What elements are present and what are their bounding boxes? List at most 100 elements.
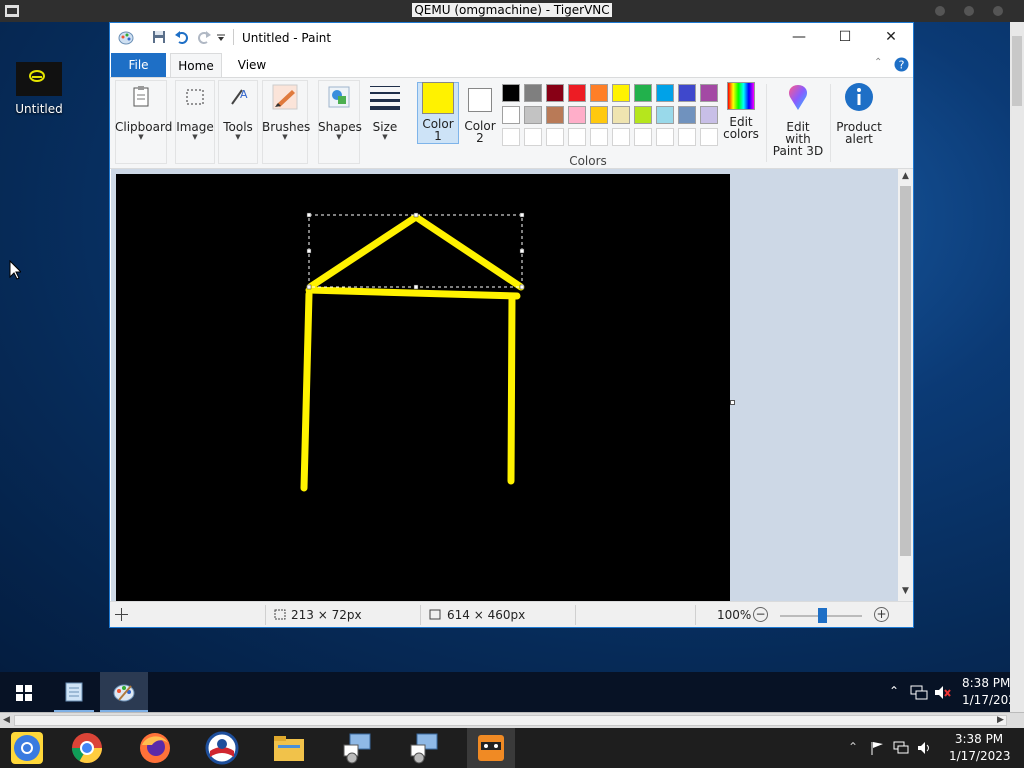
host-volume-icon[interactable] bbox=[917, 741, 933, 755]
taskbar-paint[interactable] bbox=[100, 672, 148, 712]
zoom-in-button[interactable]: + bbox=[874, 607, 889, 622]
custom-color-slot[interactable] bbox=[700, 128, 718, 146]
taskbar-notepad[interactable] bbox=[50, 672, 98, 712]
ribbon-tabs: File Home View ⌃ ? bbox=[110, 53, 913, 77]
network-icon[interactable] bbox=[910, 685, 928, 700]
palette-swatch[interactable] bbox=[656, 84, 674, 102]
custom-color-slot[interactable] bbox=[634, 128, 652, 146]
scroll-up-icon[interactable]: ▲ bbox=[898, 171, 913, 181]
maximize-button[interactable]: ☐ bbox=[822, 23, 868, 51]
paint-app-icon bbox=[118, 31, 134, 45]
brushes-button[interactable]: Brushes ▼ bbox=[262, 82, 310, 141]
chrome-icon[interactable] bbox=[70, 731, 104, 765]
drawing bbox=[300, 212, 525, 492]
palette-swatch[interactable] bbox=[612, 84, 630, 102]
shapes-icon bbox=[328, 86, 350, 108]
chevron-down-icon: ▼ bbox=[336, 133, 342, 141]
scroll-right-icon[interactable]: ▶ bbox=[997, 715, 1004, 725]
close-button[interactable]: ✕ bbox=[868, 23, 914, 51]
custom-color-slot[interactable] bbox=[546, 128, 564, 146]
vnc-scroll-thumb[interactable] bbox=[1012, 36, 1022, 106]
palette-swatch[interactable] bbox=[634, 106, 652, 124]
obama-logo-icon[interactable] bbox=[205, 731, 239, 765]
palette-swatch[interactable] bbox=[634, 84, 652, 102]
palette-swatch[interactable] bbox=[546, 84, 564, 102]
tools-button[interactable]: A Tools ▼ bbox=[218, 82, 258, 141]
flag-icon[interactable] bbox=[870, 741, 884, 755]
custom-color-slot[interactable] bbox=[612, 128, 630, 146]
image-button[interactable]: Image ▼ bbox=[175, 82, 215, 141]
vnc-hscroll-thumb[interactable] bbox=[14, 715, 1007, 726]
desktop-icon-untitled[interactable]: Untitled bbox=[14, 62, 64, 116]
palette-swatch[interactable] bbox=[568, 106, 586, 124]
vnc-close-button[interactable] bbox=[993, 6, 1003, 16]
host-network-icon[interactable] bbox=[893, 741, 909, 755]
custom-color-slot[interactable] bbox=[656, 128, 674, 146]
scroll-thumb[interactable] bbox=[900, 186, 911, 556]
palette-swatch[interactable] bbox=[590, 106, 608, 124]
palette-swatch[interactable] bbox=[568, 84, 586, 102]
drawing-canvas[interactable] bbox=[116, 174, 730, 601]
remote-desktop-icon-2[interactable] bbox=[407, 731, 441, 765]
palette-swatch[interactable] bbox=[502, 106, 520, 124]
customize-toolbar-chevron-icon[interactable] bbox=[216, 29, 226, 45]
vnc-horizontal-scrollbar[interactable]: ◀ ▶ bbox=[0, 712, 1024, 728]
host-tray-chevron-icon[interactable]: ⌃ bbox=[848, 740, 858, 754]
palette-swatch[interactable] bbox=[524, 106, 542, 124]
palette-swatch[interactable] bbox=[656, 106, 674, 124]
canvas-resize-handle[interactable] bbox=[730, 400, 735, 405]
palette-swatch[interactable] bbox=[502, 84, 520, 102]
custom-color-slot[interactable] bbox=[568, 128, 586, 146]
house-wall-right bbox=[507, 292, 516, 485]
file-explorer-icon[interactable] bbox=[272, 731, 306, 765]
palette-swatch[interactable] bbox=[612, 106, 630, 124]
tab-home[interactable]: Home bbox=[170, 53, 222, 77]
palette-swatch[interactable] bbox=[590, 84, 608, 102]
selection-box[interactable] bbox=[306, 212, 525, 290]
palette-swatch[interactable] bbox=[678, 84, 696, 102]
custom-color-slot[interactable] bbox=[502, 128, 520, 146]
scroll-down-icon[interactable]: ▼ bbox=[898, 586, 913, 596]
custom-color-slot[interactable] bbox=[590, 128, 608, 146]
color1-number: 1 bbox=[434, 129, 442, 143]
minimize-button[interactable]: — bbox=[776, 23, 822, 51]
volume-muted-icon[interactable] bbox=[934, 685, 952, 700]
tab-file[interactable]: File bbox=[111, 53, 166, 77]
collapse-ribbon-icon[interactable]: ⌃ bbox=[874, 57, 882, 68]
save-icon[interactable] bbox=[151, 29, 167, 45]
zoom-slider-thumb[interactable] bbox=[818, 608, 827, 623]
zoom-out-button[interactable]: − bbox=[753, 607, 768, 622]
taskbar-tigervnc[interactable] bbox=[467, 728, 515, 768]
size-button[interactable]: Size ▼ bbox=[365, 82, 405, 141]
palette-swatch[interactable] bbox=[678, 106, 696, 124]
custom-color-slot[interactable] bbox=[678, 128, 696, 146]
host-clock[interactable]: 3:38 PM 1/17/2023 bbox=[949, 732, 1011, 763]
edit-colors-button[interactable]: Edit colors bbox=[721, 82, 761, 140]
custom-color-slot[interactable] bbox=[524, 128, 542, 146]
edit-with-paint3d-button[interactable]: Edit with Paint 3D bbox=[772, 82, 824, 157]
help-icon[interactable]: ? bbox=[894, 57, 909, 72]
start-button[interactable] bbox=[0, 672, 48, 712]
redo-icon[interactable] bbox=[196, 29, 212, 45]
palette-swatch[interactable] bbox=[546, 106, 564, 124]
clipboard-button[interactable]: Clipboard ▼ bbox=[115, 82, 172, 141]
scroll-left-icon[interactable]: ◀ bbox=[3, 715, 10, 725]
palette-swatch[interactable] bbox=[524, 84, 542, 102]
vnc-vertical-scrollbar[interactable] bbox=[1010, 22, 1024, 712]
palette-swatch[interactable] bbox=[700, 106, 718, 124]
vnc-maximize-button[interactable] bbox=[964, 6, 974, 16]
undo-icon[interactable] bbox=[174, 29, 190, 45]
guest-clock[interactable]: 8:38 PM 1/17/2023 bbox=[962, 676, 1010, 707]
chromium-icon[interactable] bbox=[10, 731, 44, 765]
remote-desktop-icon[interactable] bbox=[340, 731, 374, 765]
firefox-icon[interactable] bbox=[138, 731, 172, 765]
product-alert-button[interactable]: Product alert bbox=[834, 82, 884, 145]
vnc-minimize-button[interactable] bbox=[935, 6, 945, 16]
tab-view[interactable]: View bbox=[230, 53, 274, 77]
color1-button[interactable]: Color 1 bbox=[417, 82, 459, 142]
canvas-vertical-scrollbar[interactable]: ▲ ▼ bbox=[898, 169, 913, 601]
tray-chevron-icon[interactable]: ⌃ bbox=[889, 684, 899, 698]
color2-button[interactable]: Color 2 bbox=[460, 82, 500, 144]
shapes-button[interactable]: Shapes ▼ bbox=[318, 82, 362, 141]
palette-swatch[interactable] bbox=[700, 84, 718, 102]
